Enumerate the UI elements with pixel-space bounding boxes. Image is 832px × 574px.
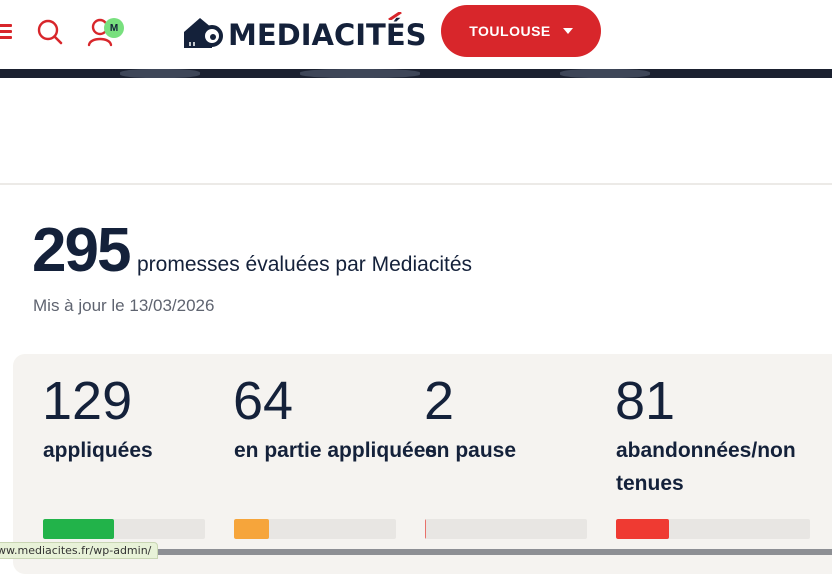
progress-bar-partially-applied [234,519,396,539]
stat-number: 2 [424,371,455,431]
total-promises-count: 295 [32,216,131,285]
progress-fill [616,519,670,539]
stat-label: abandonnées/non tenues [616,439,796,495]
stat-label: appliquées [43,439,153,462]
total-promises-label: promesses évaluées par Mediacités [137,253,472,276]
logo-house-icon [184,18,223,48]
section-divider [0,183,832,185]
progress-fill [425,519,427,539]
city-selector-button[interactable]: TOULOUSE [441,5,601,57]
logo-accent-mark [388,12,402,20]
hamburger-icon[interactable] [0,22,12,40]
hero-image-edge [0,69,832,78]
stat-number: 81 [615,371,676,431]
site-header: M MEDIACITÉS TOULOUSE [0,0,832,66]
progress-bar-paused [425,519,587,539]
stat-number: 64 [233,371,294,431]
stat-number: 129 [42,371,133,431]
logo-wordmark: MEDIACITÉS [228,18,427,52]
progress-fill [234,519,270,539]
stat-applied: 129 appliquées [42,371,153,462]
status-bar-url: ww.mediacites.fr/wp-admin/ [0,542,159,559]
progress-bar-abandoned [616,519,810,539]
stat-abandoned: 81 abandonnées/non tenues [615,371,796,495]
search-icon[interactable] [36,18,64,46]
chevron-down-icon [562,28,573,34]
city-selector-label: TOULOUSE [469,23,551,39]
last-updated-date: Mis à jour le 13/03/2026 [33,296,215,315]
mediacites-logo[interactable]: MEDIACITÉS [182,12,427,52]
progress-fill [43,519,114,539]
user-initial-badge: M [104,18,124,38]
stat-label: en partie appliquées [234,439,438,462]
stat-paused: 2 en pause [424,371,516,462]
progress-bar-applied [43,519,205,539]
stat-partially-applied: 64 en partie appliquées [233,371,437,462]
stat-label: en pause [425,439,517,462]
